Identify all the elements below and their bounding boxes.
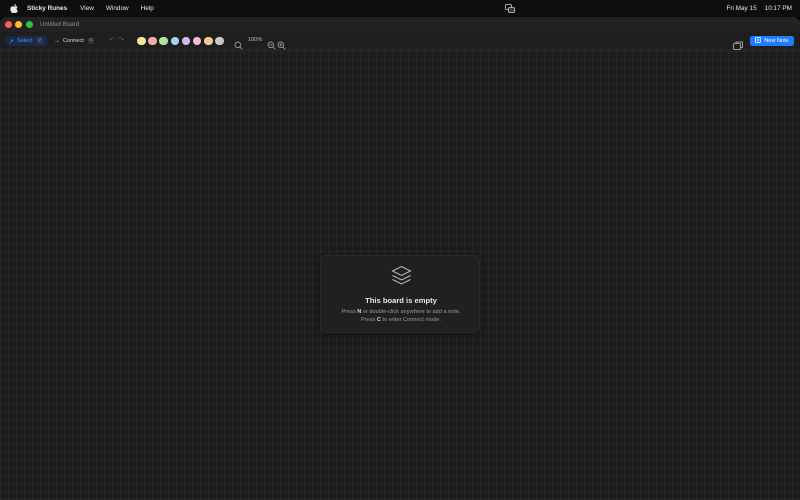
zoom-out-icon[interactable] xyxy=(267,37,276,50)
arrow-right-icon: → xyxy=(54,38,60,44)
redo-icon[interactable]: ↷ xyxy=(117,37,125,45)
connect-tool-button[interactable]: → Connect C xyxy=(51,36,95,46)
select-tool-label: Select xyxy=(17,38,33,44)
color-swatch[interactable] xyxy=(170,36,180,45)
new-note-button[interactable]: New Note xyxy=(750,36,794,46)
toolbar: ➚ Select V → Connect C ↶ ↷ 100% New Note xyxy=(0,32,800,50)
empty-state-title: This board is empty xyxy=(365,296,437,305)
color-swatch[interactable] xyxy=(137,36,146,45)
empty-state-hint-connect: Press C to enter Connect mode. xyxy=(361,317,441,323)
note-icon xyxy=(755,37,762,45)
board-canvas[interactable]: This board is empty Press N or double-cl… xyxy=(0,51,800,500)
new-note-label: New Note xyxy=(764,38,789,44)
color-swatch[interactable] xyxy=(192,36,202,45)
menu-view[interactable]: View xyxy=(80,5,94,12)
color-swatch[interactable] xyxy=(204,36,213,45)
apple-icon[interactable] xyxy=(10,4,18,13)
app-window: Untitled Board ➚ Select V → Connect C ↶ … xyxy=(0,17,800,500)
empty-state-hint-add: Press N or double-click anywhere to add … xyxy=(341,309,461,315)
color-swatch[interactable] xyxy=(215,36,224,45)
zoom-window-button[interactable] xyxy=(26,21,33,28)
undo-icon[interactable]: ↶ xyxy=(108,37,116,45)
layers-icon xyxy=(391,265,412,287)
cursor-icon: ➚ xyxy=(9,38,15,45)
select-tool-button[interactable]: ➚ Select V xyxy=(6,36,47,46)
connect-tool-label: Connect xyxy=(63,38,84,44)
zoom-level: 100% xyxy=(248,37,263,43)
connect-shortcut-badge: C xyxy=(87,38,95,44)
color-swatch[interactable] xyxy=(148,36,157,45)
menu-app-name[interactable]: Sticky Runes xyxy=(27,5,67,12)
zoom-in-icon[interactable] xyxy=(277,37,286,50)
color-swatch[interactable] xyxy=(159,36,168,45)
color-swatches xyxy=(137,36,224,46)
color-swatch[interactable] xyxy=(181,36,191,45)
empty-state-card: This board is empty Press N or double-cl… xyxy=(320,255,480,333)
zoom-fit-icon[interactable] xyxy=(234,37,243,50)
window-title: Untitled Board xyxy=(40,20,80,28)
menu-date: Fri May 15 xyxy=(726,5,757,12)
menu-time: 10:17 PM xyxy=(764,5,792,12)
title-bar[interactable]: Untitled Board xyxy=(0,17,800,32)
menu-window[interactable]: Window xyxy=(106,5,129,12)
clock[interactable]: Fri May 15 10:17 PM xyxy=(726,0,792,17)
close-window-button[interactable] xyxy=(5,21,12,28)
board-sync-icon[interactable] xyxy=(733,37,743,50)
window-switcher-icon[interactable] xyxy=(505,4,515,13)
menu-bar: Sticky Runes View Window Help Fri May 15… xyxy=(0,0,800,17)
minimize-window-button[interactable] xyxy=(15,21,22,28)
select-shortcut-badge: V xyxy=(36,38,43,44)
menu-help[interactable]: Help xyxy=(141,5,154,12)
